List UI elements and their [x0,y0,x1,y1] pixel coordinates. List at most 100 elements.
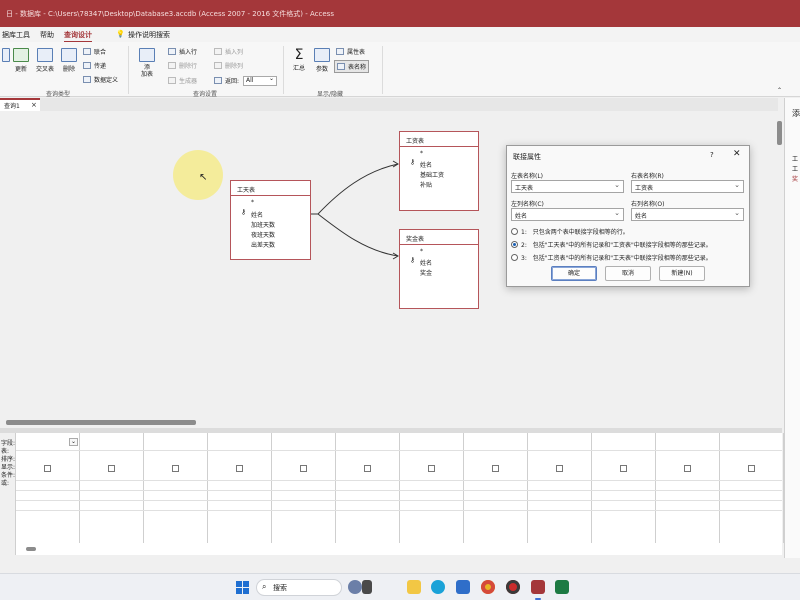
field-item[interactable]: * [420,150,423,157]
field-item[interactable]: 加班天数 [251,220,275,229]
show-checkbox[interactable] [492,465,499,472]
show-checkbox[interactable] [44,465,51,472]
canvas-horizontal-scrollbar[interactable] [0,418,775,427]
show-checkbox[interactable] [556,465,563,472]
delete-row-button[interactable]: 删除行 [168,61,197,70]
field-item[interactable]: * [251,199,254,206]
run-button[interactable] [2,48,10,64]
ribbon-divider [382,46,383,94]
passthrough-query-button[interactable]: 传递 [83,61,106,70]
table-workdays[interactable]: 工天表 * ⚷ 姓名 加班天数 夜班天数 出差天数 [230,180,311,260]
table-salary[interactable]: 工资表 * ⚷ 姓名 基础工资 补贴 [399,131,479,211]
help-icon[interactable]: ? [710,151,714,159]
chrome-browser-icon[interactable] [481,580,495,594]
group-query-setup: 查询设置 [193,91,218,98]
left-table-select[interactable]: 工天表 ⌄ [511,180,624,193]
show-checkbox[interactable] [748,465,755,472]
right-column-select[interactable]: 姓名 ⌄ [631,208,744,221]
field-item[interactable]: 夜班天数 [251,230,275,239]
table-bonus[interactable]: 奖金表 * ⚷ 姓名 奖金 [399,229,479,309]
tab-database-tools[interactable]: 据库工具 [2,30,30,40]
pane-item[interactable]: 工 [792,154,798,163]
excel-app-icon[interactable] [555,580,569,594]
row-label-or: 或: [1,480,10,487]
show-checkbox[interactable] [620,465,627,472]
pen-app-icon[interactable] [362,580,372,594]
add-table-button[interactable]: 添 加表 [136,48,158,78]
edge-browser-icon[interactable] [431,580,445,594]
scrollbar-thumb[interactable] [26,547,36,551]
table-header[interactable]: 工资表 [400,132,478,147]
show-checkbox[interactable] [364,465,371,472]
show-checkbox[interactable] [428,465,435,472]
taskbar-search[interactable]: ⌕ 搜索 [256,579,342,596]
title-bar: 日 - 数据库 - C:\Users\78347\Desktop\Databas… [0,0,800,27]
show-checkbox[interactable] [684,465,691,472]
canvas-vertical-scrollbar[interactable] [775,111,784,426]
recorder-app-icon[interactable] [506,580,520,594]
close-icon[interactable]: ✕ [733,149,741,159]
show-checkbox[interactable] [108,465,115,472]
insert-row-button[interactable]: 插入行 [168,47,197,56]
field-item[interactable]: 姓名 [420,258,432,267]
union-query-button[interactable]: 联合 [83,47,106,56]
property-sheet-button[interactable]: 属性表 [336,47,365,56]
close-tab-icon[interactable]: × [31,101,37,109]
tab-help[interactable]: 帮助 [40,30,54,40]
pane-item[interactable]: 工 [792,164,798,173]
cancel-button[interactable]: 取消 [605,266,651,281]
tab-query1[interactable]: 查询1 × [0,98,40,111]
field-dropdown-chevron-icon[interactable]: ⌄ [69,438,78,446]
insert-column-button[interactable]: 插入列 [214,47,243,56]
update-query-button[interactable]: 更新 [11,48,31,73]
field-item[interactable]: * [420,248,423,255]
join-option-1[interactable]: 1: 只包含两个表中联接字段相等的行。 [511,227,629,236]
pane-item[interactable]: 奖 [792,174,798,183]
join-line-to-salary[interactable] [317,163,399,215]
join-option-3[interactable]: 3: 包括"工资表"中的所有记录和"工天表"中联接字段相等的那些记录。 [511,253,712,262]
field-item[interactable]: 姓名 [420,160,432,169]
radio-button-selected[interactable] [511,241,518,248]
table-header[interactable]: 奖金表 [400,230,478,245]
field-item[interactable]: 补贴 [420,180,432,189]
radio-button[interactable] [511,254,518,261]
field-item[interactable]: 基础工资 [420,170,444,179]
ok-button[interactable]: 确定 [551,266,597,281]
delete-query-button[interactable]: 删除 [59,48,79,73]
microsoft-store-icon[interactable] [456,580,470,594]
crosstab-query-button[interactable]: 交叉表 [33,48,57,73]
insert-column-icon [214,48,222,55]
data-definition-button[interactable]: 数据定义 [83,75,118,84]
join-option-2[interactable]: 2: 包括"工天表"中的所有记录和"工资表"中联接字段相等的那些记录。 [511,240,712,249]
union-icon [83,48,91,55]
join-line-to-bonus[interactable] [317,213,399,257]
new-join-button[interactable]: 新建(N) [659,266,705,281]
update-icon [13,48,29,62]
show-checkbox[interactable] [236,465,243,472]
file-explorer-icon[interactable] [407,580,421,594]
field-item[interactable]: 奖金 [420,268,432,277]
windows-start-icon[interactable] [236,581,250,594]
widget-app-icon[interactable] [348,580,362,594]
tell-me-search[interactable]: 操作说明搜索 [128,30,170,40]
totals-button[interactable]: Σ 汇总 [289,48,309,73]
scrollbar-thumb[interactable] [6,420,196,425]
scrollbar-thumb[interactable] [777,121,782,145]
access-app-icon[interactable] [531,580,545,594]
collapse-ribbon-chevron-icon[interactable]: ⌃ [777,87,782,94]
builder-button[interactable]: 生成器 [168,76,197,85]
table-header[interactable]: 工天表 [231,181,310,196]
show-checkbox[interactable] [300,465,307,472]
delete-column-button[interactable]: 删除列 [214,61,243,70]
left-column-select[interactable]: 姓名 ⌄ [511,208,624,221]
right-table-select[interactable]: 工资表 ⌄ [631,180,744,193]
table-names-button[interactable]: 表名称 [334,60,370,73]
grid-horizontal-scrollbar[interactable] [18,545,778,553]
return-select[interactable]: All [243,75,277,86]
field-item[interactable]: 姓名 [251,210,263,219]
parameters-button[interactable]: 参数 [312,48,332,73]
field-item[interactable]: 出差天数 [251,240,275,249]
radio-button[interactable] [511,228,518,235]
show-checkbox[interactable] [172,465,179,472]
right-table-label: 右表名称(R) [631,173,664,180]
